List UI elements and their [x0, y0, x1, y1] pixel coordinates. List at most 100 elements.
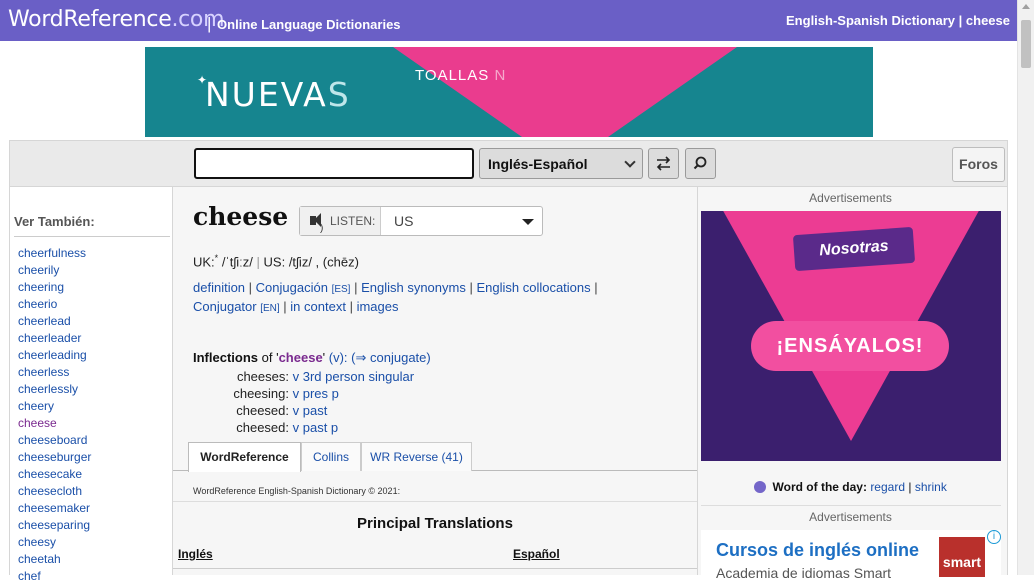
vertical-scrollbar[interactable] — [1017, 0, 1034, 575]
top-bar: WordReference.com | Online Language Dict… — [0, 0, 1034, 41]
inflections-of: of — [261, 350, 273, 365]
see-also-item[interactable]: cheerio — [18, 296, 91, 313]
search-input[interactable] — [194, 148, 474, 179]
logo-text: WordReference — [8, 7, 172, 32]
conjugacion-link[interactable]: Conjugación — [256, 280, 328, 295]
see-also-item[interactable]: cheerfulness — [18, 245, 91, 262]
inflection-form: cheesed: — [236, 403, 289, 418]
inflection-row: cheesed: v past p — [193, 419, 493, 436]
see-also-item[interactable]: cheery — [18, 398, 91, 415]
tab-wordreference[interactable]: WordReference — [188, 442, 301, 472]
inflection-desc[interactable]: v past p — [293, 420, 339, 435]
sidebar-ad[interactable]: Nosotras ¡ENSÁYALOS! — [701, 211, 1001, 461]
inflection-form: cheeses: — [236, 369, 289, 384]
see-also-item[interactable]: cheesemaker — [18, 500, 91, 517]
word-of-the-day: Word of the day: regard | shrink — [698, 480, 1003, 494]
inflection-row: cheeses: v 3rd person singular — [193, 368, 493, 385]
part-of-speech-link[interactable]: (v): — [329, 350, 348, 365]
inflection-desc[interactable]: v past — [293, 403, 328, 418]
synonyms-link[interactable]: English synonyms — [361, 280, 466, 295]
wotd-link-shrink[interactable]: shrink — [915, 480, 947, 494]
see-also-item[interactable]: cheeseparing — [18, 517, 91, 534]
speaker-icon — [310, 213, 321, 227]
divider — [173, 501, 697, 502]
banner-ad[interactable]: ✦ NUEVAS TOALLAS N — [145, 47, 873, 137]
search-button[interactable] — [685, 148, 716, 179]
pronunciation: UK:* /ˈtʃiːz/ | US: /tʃiz/ , (chēz) — [193, 253, 359, 270]
banner-subline: TOALLAS N — [415, 67, 506, 84]
entry-links: definition | Conjugación [ES] | English … — [193, 280, 598, 314]
accent-select-value: US — [394, 213, 414, 229]
see-also-item[interactable]: chef — [18, 568, 91, 585]
see-also-item[interactable]: cheerleader — [18, 330, 91, 347]
see-also-item[interactable]: cheerless — [18, 364, 91, 381]
see-also-item[interactable]: cheesecake — [18, 466, 91, 483]
language-select-value: Inglés-Español — [488, 156, 588, 172]
ad-cta-button[interactable]: ¡ENSÁYALOS! — [751, 321, 949, 371]
column-header-english: Inglés — [178, 547, 213, 561]
images-link[interactable]: images — [357, 299, 399, 314]
tab-collins[interactable]: Collins — [301, 442, 361, 471]
dictionary-copyright: WordReference English-Spanish Dictionary… — [193, 486, 401, 496]
listen-control[interactable]: ) LISTEN: US — [299, 206, 543, 236]
see-also-item[interactable]: cheesecloth — [18, 483, 91, 500]
course-ad-title: Cursos de inglés online — [716, 540, 920, 560]
us-respelling: (chēz) — [322, 254, 359, 270]
inflection-desc[interactable]: v 3rd person singular — [293, 369, 414, 384]
scroll-up-icon[interactable] — [1022, 4, 1030, 9]
pron-sep: | — [256, 254, 260, 270]
listen-button[interactable]: ) LISTEN: — [300, 207, 381, 235]
see-also-item[interactable]: cheesy — [18, 534, 91, 551]
column-header-spanish: Español — [513, 547, 560, 561]
scrollbar-thumb[interactable] — [1021, 20, 1031, 68]
see-also-item[interactable]: cheerlessly — [18, 381, 91, 398]
subtitle-text: Online Language Dictionaries — [217, 17, 401, 32]
listen-label: LISTEN: — [330, 214, 376, 228]
inflection-form: cheesing: — [233, 386, 289, 401]
ads-label: Advertisements — [809, 510, 892, 524]
us-label: US: — [263, 254, 286, 270]
audio-icon[interactable] — [754, 481, 767, 493]
conjugate-link[interactable]: (⇒ conjugate) — [351, 350, 431, 365]
inflections-word: cheese — [278, 350, 323, 365]
see-also-item[interactable]: cheerleading — [18, 347, 91, 364]
ad-info-icon[interactable]: i — [987, 530, 1001, 544]
site-subtitle: | Online Language Dictionaries — [207, 14, 401, 34]
course-ad[interactable]: Cursos de inglés online Academia de idio… — [701, 530, 1001, 580]
principal-translations-title: Principal Translations — [357, 515, 513, 532]
uk-star[interactable]: * — [215, 253, 219, 263]
divider — [14, 236, 170, 237]
see-also-item[interactable]: cheerlead — [18, 313, 91, 330]
wotd-separator: | — [908, 480, 912, 494]
course-ad-subtitle: Academia de idiomas Smart — [716, 565, 892, 580]
in-context-link[interactable]: in context — [290, 299, 346, 314]
see-also-item[interactable]: cheeseboard — [18, 432, 91, 449]
see-also-item[interactable]: cheering — [18, 279, 91, 296]
course-ad-logo: smart — [939, 537, 985, 577]
forums-button[interactable]: Foros — [952, 147, 1005, 182]
see-also-title: Ver También: — [14, 214, 95, 229]
see-also-item[interactable]: cheeseburger — [18, 449, 91, 466]
divider — [173, 568, 697, 569]
banner-word: NUEVA — [205, 75, 328, 114]
definition-link[interactable]: definition — [193, 280, 245, 295]
inflection-row: cheesing: v pres p — [193, 385, 493, 402]
inflection-desc[interactable]: v pres p — [293, 386, 339, 401]
wotd-link-regard[interactable]: regard — [870, 480, 905, 494]
swap-languages-button[interactable] — [648, 148, 679, 179]
site-logo[interactable]: WordReference.com — [8, 7, 225, 33]
wotd-label: Word of the day: — [772, 480, 867, 494]
banner-headline: NUEVAS — [205, 75, 351, 114]
conjugator-link[interactable]: Conjugator — [193, 299, 257, 314]
see-also-item[interactable]: cheerily — [18, 262, 91, 279]
right-column: Advertisements Nosotras ¡ENSÁYALOS! Word… — [698, 186, 1008, 580]
inflection-table: cheeses: v 3rd person singular cheesing:… — [193, 368, 493, 436]
collocations-link[interactable]: English collocations — [476, 280, 590, 295]
language-select[interactable]: Inglés-Español — [479, 148, 643, 179]
see-also-item-current[interactable]: cheese — [18, 415, 91, 432]
tab-wr-reverse[interactable]: WR Reverse (41) — [361, 442, 472, 471]
see-also-item[interactable]: cheetah — [18, 551, 91, 568]
sound-waves-icon: ) — [320, 223, 324, 234]
ads-label: Advertisements — [809, 191, 892, 205]
see-also-list: cheerfulness cheerily cheering cheerio c… — [18, 245, 91, 585]
